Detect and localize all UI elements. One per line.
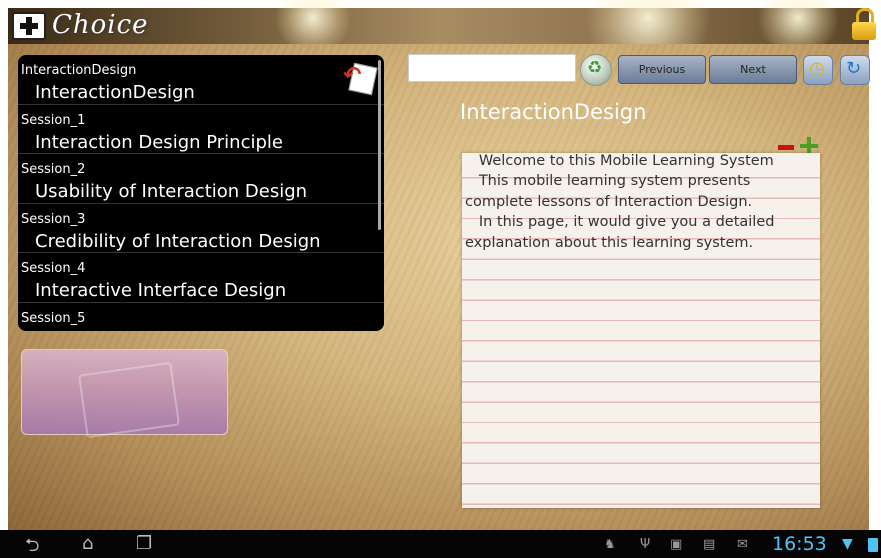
back-document-icon[interactable]: ↶ (343, 61, 378, 96)
list-item-title: InteractionDesign (35, 82, 195, 103)
back-arrow-icon: ↶ (343, 63, 362, 88)
recent-apps-icon[interactable]: ❐ (136, 533, 152, 554)
app-frame: Choice InteractionDesign InteractionDesi… (0, 0, 881, 558)
briefcase-icon: ▤ (703, 537, 716, 552)
status-time: 16:53 (772, 533, 827, 555)
refresh-glyph: ↻ (846, 58, 862, 79)
minus-icon[interactable] (778, 145, 794, 150)
recycle-glyph: ♻ (587, 58, 603, 78)
list-scrollbar[interactable] (378, 60, 381, 230)
list-item-title: Usability of Interaction Design (35, 181, 308, 202)
previous-button[interactable]: Previous (618, 55, 706, 84)
android-icon: ♞ (604, 537, 616, 552)
clock-icon[interactable]: ◷ (803, 55, 833, 85)
lock-icon[interactable] (852, 8, 876, 42)
list-item[interactable]: Session_5 (18, 303, 384, 332)
battery-icon (868, 538, 878, 552)
wifi-icon: ▼ (842, 536, 853, 552)
next-button[interactable]: Next (709, 55, 797, 84)
usb-icon: Ψ (640, 537, 651, 552)
list-item-title: Credibility of Interaction Design (35, 230, 321, 252)
back-icon[interactable]: ⮌ (25, 533, 39, 558)
list-item-title: Interaction Design Principle (35, 131, 283, 153)
page-title: InteractionDesign (460, 100, 647, 124)
home-icon[interactable]: ⌂ (82, 533, 93, 554)
list-item[interactable]: Session_1 Interaction Design Principle (18, 105, 384, 154)
list-item[interactable]: Session_2 Usability of Interaction Desig… (18, 154, 384, 204)
list-item[interactable]: InteractionDesign InteractionDesign (18, 55, 384, 105)
lock-body (852, 22, 876, 40)
list-item-category: InteractionDesign (21, 63, 137, 78)
mail-icon: ✉ (737, 537, 748, 552)
move-cross-icon[interactable] (12, 12, 46, 40)
notepad-text: Welcome to this Mobile Learning System T… (465, 153, 775, 251)
list-item-category: Session_5 (21, 310, 86, 326)
edge-top (0, 0, 881, 8)
list-item-category: Session_3 (21, 211, 86, 227)
recycle-icon[interactable]: ♻ (580, 54, 612, 86)
list-item-category: Session_4 (21, 261, 86, 276)
system-navbar: ⮌ ⌂ ❐ ♞ Ψ ▣ ▤ ✉ 16:53 ▼ (0, 530, 881, 558)
thumbnail-placeholder[interactable] (21, 349, 228, 439)
edge-right (869, 0, 881, 530)
thumbnail-frame (78, 361, 180, 439)
list-item-title: Interactive Interface Design (35, 280, 287, 301)
list-item[interactable]: Session_4 Interactive Interface Design (18, 253, 384, 303)
clock-glyph: ◷ (809, 58, 825, 79)
edge-left (0, 0, 8, 530)
refresh-icon[interactable]: ↻ (840, 55, 870, 85)
app-brand: Choice (52, 10, 149, 40)
gallery-icon: ▣ (670, 537, 683, 552)
banner-light (268, 0, 358, 48)
list-item[interactable]: Session_3 Credibility of Interaction Des… (18, 204, 384, 253)
banner-light (748, 0, 848, 48)
session-list[interactable]: InteractionDesign InteractionDesign Sess… (18, 55, 384, 331)
list-item-category: Session_2 (21, 162, 86, 177)
list-item-category: Session_1 (21, 112, 86, 128)
search-input[interactable] (408, 54, 576, 82)
